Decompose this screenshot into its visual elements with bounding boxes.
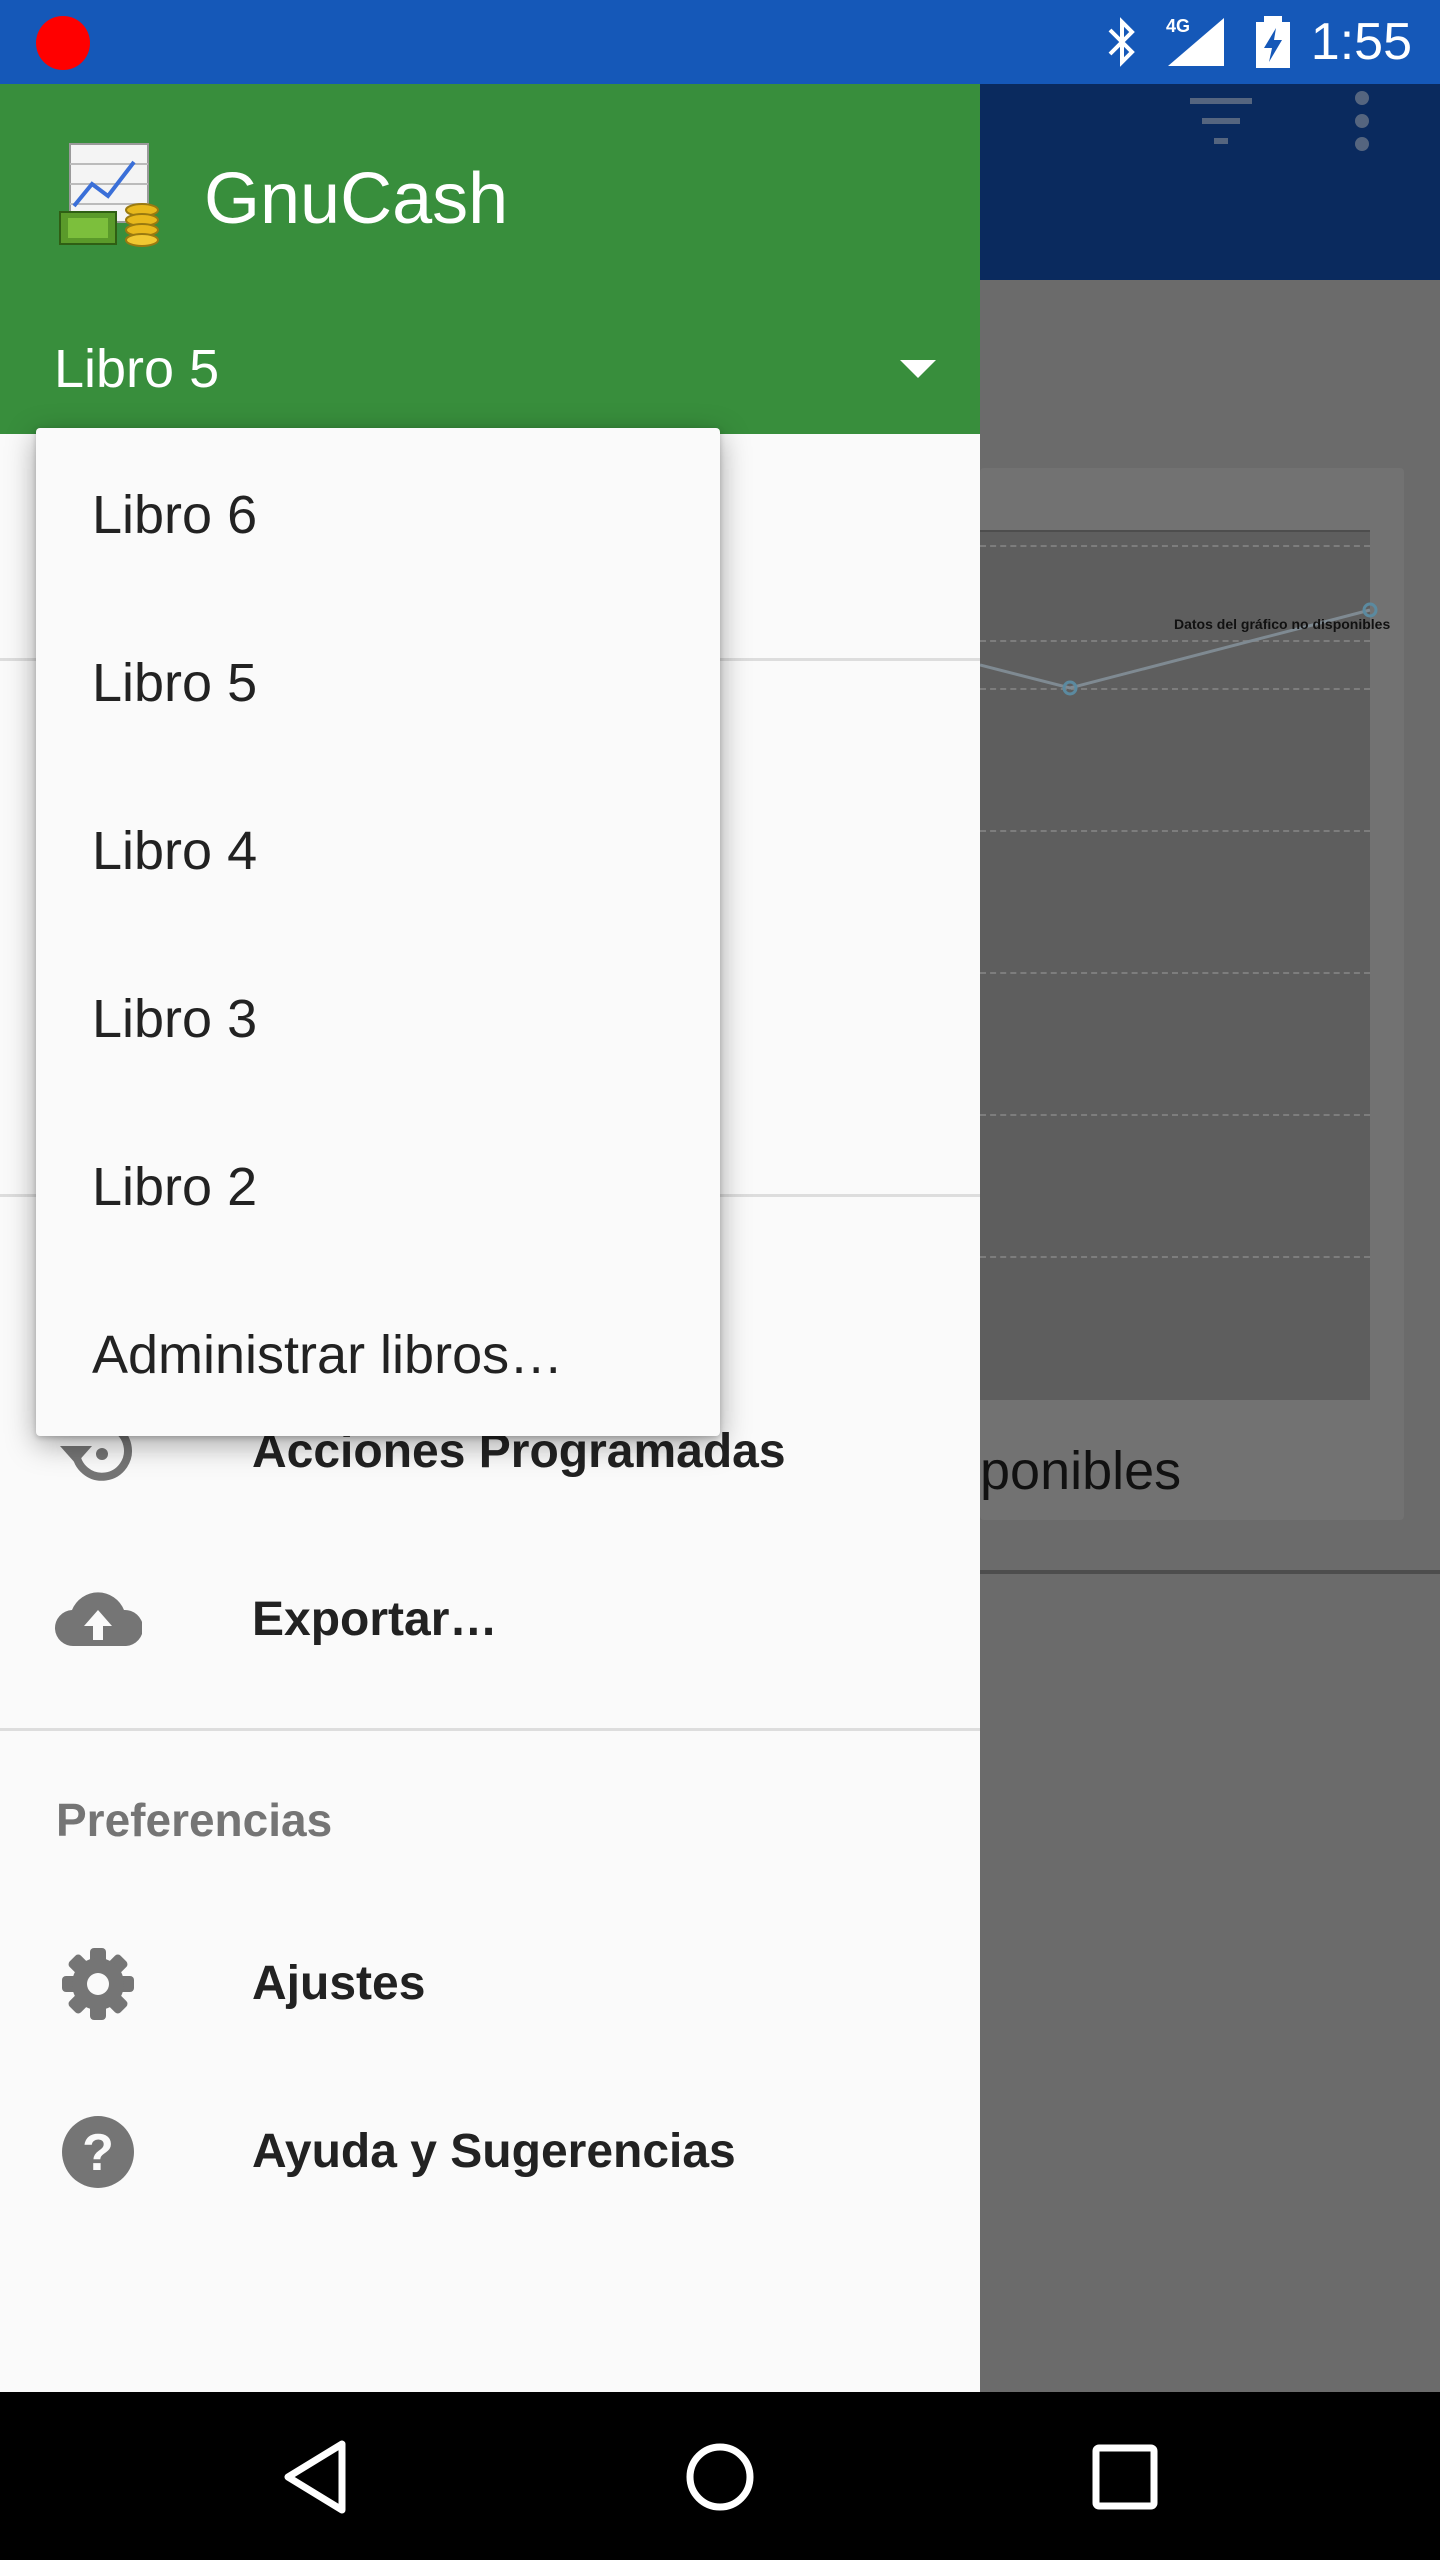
menu-item-label: Libro 6 bbox=[92, 485, 258, 545]
status-time: 1:55 bbox=[1310, 13, 1412, 71]
drawer-item-settings[interactable]: Ajustes bbox=[0, 1900, 980, 2068]
gnucash-logo-icon bbox=[59, 143, 159, 247]
book-selector-value[interactable]: Libro 5 bbox=[54, 334, 219, 404]
home-icon[interactable] bbox=[665, 2422, 775, 2532]
cloud-upload-icon bbox=[54, 1592, 142, 1647]
menu-item-libro-2[interactable]: Libro 2 bbox=[36, 1100, 720, 1268]
drawer-item-label: Ajustes bbox=[252, 1957, 426, 2010]
background-divider bbox=[980, 1570, 1440, 1574]
chevron-down-icon[interactable] bbox=[900, 360, 936, 378]
chart-no-data-message: Datos del gráfico no disponibles bbox=[1174, 616, 1391, 632]
svg-text:?: ? bbox=[82, 2124, 114, 2182]
chart-gridline bbox=[980, 1114, 1370, 1116]
gear-icon bbox=[62, 1948, 134, 2020]
menu-item-libro-5[interactable]: Libro 5 bbox=[36, 596, 720, 764]
recording-dot-icon bbox=[36, 16, 90, 70]
menu-item-libro-3[interactable]: Libro 3 bbox=[36, 932, 720, 1100]
background-toolbar bbox=[980, 84, 1440, 280]
back-icon[interactable] bbox=[260, 2422, 370, 2532]
menu-item-libro-6[interactable]: Libro 6 bbox=[36, 428, 720, 596]
menu-item-label: Libro 3 bbox=[92, 989, 258, 1049]
overflow-menu-icon bbox=[1355, 91, 1369, 151]
chart-gridline bbox=[980, 830, 1370, 832]
menu-item-label: Libro 5 bbox=[92, 653, 258, 713]
drawer-item-label: Ayuda y Sugerencias bbox=[252, 2125, 736, 2178]
battery-charging-icon bbox=[1256, 16, 1290, 68]
filter-icon bbox=[1190, 98, 1252, 144]
bluetooth-icon bbox=[1108, 17, 1135, 67]
signal-icon: 4G bbox=[1166, 16, 1224, 66]
drawer-item-export[interactable]: Exportar… bbox=[0, 1536, 980, 1704]
app-title: GnuCash bbox=[204, 159, 509, 239]
background-card-text: ponibles bbox=[980, 1441, 1182, 1501]
drawer-item-help[interactable]: ? Ayuda y Sugerencias bbox=[0, 2068, 980, 2236]
menu-item-label: Libro 2 bbox=[92, 1157, 258, 1217]
menu-item-label: Libro 4 bbox=[92, 821, 258, 881]
chart-line bbox=[980, 602, 1378, 696]
chart-gridline bbox=[980, 545, 1370, 547]
menu-item-libro-4[interactable]: Libro 4 bbox=[36, 764, 720, 932]
drawer-divider bbox=[0, 1728, 980, 1731]
chart-gridline bbox=[980, 1256, 1370, 1258]
help-icon: ? bbox=[62, 2116, 134, 2188]
chart-gridline bbox=[980, 972, 1370, 974]
menu-item-manage-books[interactable]: Administrar libros… bbox=[36, 1268, 720, 1436]
book-selector-dropdown: Libro 6 Libro 5 Libro 4 Libro 3 Libro 2 … bbox=[36, 428, 720, 1436]
section-header-preferences: Preferencias bbox=[56, 1794, 333, 1846]
drawer-item-label: Exportar… bbox=[252, 1593, 498, 1646]
recents-icon[interactable] bbox=[1070, 2422, 1180, 2532]
menu-item-label: Administrar libros… bbox=[92, 1325, 564, 1385]
network-type-label: 4G bbox=[1166, 16, 1190, 36]
